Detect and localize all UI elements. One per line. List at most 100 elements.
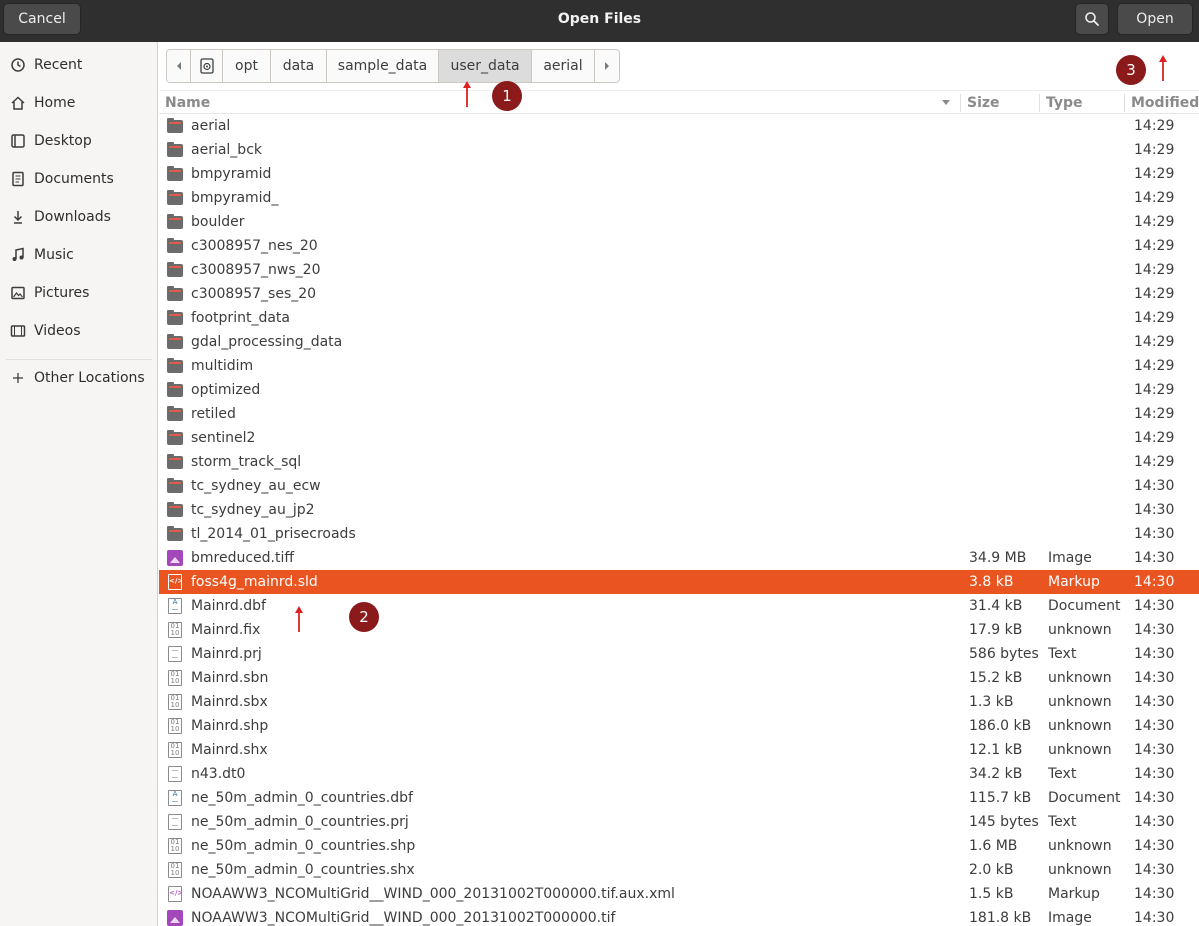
file-row[interactable]: — — ne_50m_admin_0_countries.prj 145 bytes T… (159, 810, 1199, 834)
file-modified: 14:29 (1134, 190, 1175, 206)
file-row[interactable]: boulder 14:29 (159, 210, 1199, 234)
column-separator[interactable] (960, 94, 961, 112)
file-row[interactable]: </> NOAAWW3_NCOMultiGrid__WIND_000_201310… (159, 882, 1199, 906)
annotation-badge-2: 2 (349, 602, 379, 632)
file-row[interactable]: footprint_data 14:29 (159, 306, 1199, 330)
file-row[interactable]: multidim 14:29 (159, 354, 1199, 378)
file-row[interactable]: 01 10 Mainrd.fix 17.9 kB unknown 14:30 (159, 618, 1199, 642)
image-file-icon (167, 550, 183, 566)
sidebar-item-other-locations[interactable]: Other Locations (0, 362, 157, 394)
dialog-title: Open Files (557, 11, 642, 27)
file-size: 34.9 MB (969, 550, 1027, 566)
path-segment-sample-data[interactable]: sample_data (327, 50, 439, 82)
sidebar-item-recent[interactable]: Recent (0, 49, 157, 81)
videos-icon (0, 323, 34, 339)
sidebar-item-desktop[interactable]: Desktop (0, 125, 157, 157)
file-row[interactable]: tl_2014_01_prisecroads 14:30 (159, 522, 1199, 546)
path-scroll-right-button[interactable] (595, 50, 619, 82)
path-scroll-left-button[interactable] (167, 50, 191, 82)
folder-icon (167, 142, 183, 158)
file-row[interactable]: 01 10 ne_50m_admin_0_countries.shp 1.6 MB un… (159, 834, 1199, 858)
file-row[interactable]: — — n43.dt0 34.2 kB Text 14:30 (159, 762, 1199, 786)
column-header-type[interactable]: Type (1046, 91, 1126, 115)
file-row[interactable]: 01 10 Mainrd.sbn 15.2 kB unknown 14:30 (159, 666, 1199, 690)
sidebar-item-pictures[interactable]: Pictures (0, 277, 157, 309)
file-row[interactable]: bmpyramid 14:29 (159, 162, 1199, 186)
column-separator[interactable] (1124, 94, 1125, 112)
file-name: boulder (191, 214, 245, 230)
file-modified: 14:29 (1134, 262, 1175, 278)
file-row[interactable]: aerial 14:29 (159, 114, 1199, 138)
file-modified: 14:30 (1134, 502, 1175, 518)
file-row[interactable]: bmpyramid_ 14:29 (159, 186, 1199, 210)
path-segment-opt[interactable]: opt (223, 50, 271, 82)
file-row[interactable]: c3008957_nws_20 14:29 (159, 258, 1199, 282)
path-root-button[interactable] (191, 50, 223, 82)
sidebar-item-videos[interactable]: Videos (0, 315, 157, 347)
file-row[interactable]: A — ne_50m_admin_0_countries.dbf 115.7 kB Do… (159, 786, 1199, 810)
sidebar-item-home[interactable]: Home (0, 87, 157, 119)
file-name: retiled (191, 406, 236, 422)
file-row[interactable]: 01 10 Mainrd.shp 186.0 kB unknown 14:30 (159, 714, 1199, 738)
document-file-icon: A — (167, 598, 183, 614)
file-row[interactable]: 01 10 Mainrd.shx 12.1 kB unknown 14:30 (159, 738, 1199, 762)
file-modified: 14:30 (1134, 574, 1175, 590)
annotation-badge-1: 1 (492, 81, 522, 111)
file-modified: 14:30 (1134, 622, 1175, 638)
file-row[interactable]: </> foss4g_mainrd.sld 3.8 kB Markup 14:30 (159, 570, 1199, 594)
sidebar-item-label: Videos (34, 323, 81, 339)
text-file-icon: — — (167, 814, 183, 830)
file-size: 186.0 kB (969, 718, 1032, 734)
file-row[interactable]: c3008957_nes_20 14:29 (159, 234, 1199, 258)
home-icon (0, 95, 34, 111)
file-row[interactable]: gdal_processing_data 14:29 (159, 330, 1199, 354)
folder-icon (167, 166, 183, 182)
file-size: 17.9 kB (969, 622, 1023, 638)
file-row[interactable]: aerial_bck 14:29 (159, 138, 1199, 162)
file-type: Text (1048, 766, 1077, 782)
file-row[interactable]: storm_track_sql 14:29 (159, 450, 1199, 474)
column-header-modified[interactable]: Modified (1131, 91, 1199, 115)
folder-icon (167, 478, 183, 494)
file-list[interactable]: aerial 14:29 aerial_bck 14:29 bmpyramid 14:29… (159, 114, 1199, 926)
file-row[interactable]: A — Mainrd.dbf 31.4 kB Document 14:30 (159, 594, 1199, 618)
file-name: bmpyramid (191, 166, 272, 182)
file-type: Image (1048, 550, 1092, 566)
file-size: 3.8 kB (969, 574, 1014, 590)
file-modified: 14:30 (1134, 742, 1175, 758)
file-name: sentinel2 (191, 430, 256, 446)
path-segment-data[interactable]: data (271, 50, 327, 82)
file-type: unknown (1048, 862, 1112, 878)
file-name: tl_2014_01_prisecroads (191, 526, 356, 542)
file-type: unknown (1048, 742, 1112, 758)
file-modified: 14:29 (1134, 430, 1175, 446)
sidebar-item-music[interactable]: Music (0, 239, 157, 271)
file-row[interactable]: tc_sydney_au_jp2 14:30 (159, 498, 1199, 522)
file-row[interactable]: tc_sydney_au_ecw 14:30 (159, 474, 1199, 498)
file-modified: 14:30 (1134, 550, 1175, 566)
folder-icon (167, 526, 183, 542)
sidebar-item-downloads[interactable]: Downloads (0, 201, 157, 233)
sidebar-item-documents[interactable]: Documents (0, 163, 157, 195)
column-header-size[interactable]: Size (967, 91, 1037, 115)
column-header-name[interactable]: Name (165, 91, 955, 115)
cancel-button[interactable]: Cancel (3, 3, 81, 35)
open-button[interactable]: Open (1117, 3, 1193, 35)
path-segment-aerial[interactable]: aerial (532, 50, 595, 82)
pictures-icon (0, 285, 34, 301)
file-row[interactable]: 01 10 ne_50m_admin_0_countries.shx 2.0 kB un… (159, 858, 1199, 882)
file-row[interactable]: bmreduced.tiff 34.9 MB Image 14:30 (159, 546, 1199, 570)
file-size: 181.8 kB (969, 910, 1032, 926)
file-row[interactable]: NOAAWW3_NCOMultiGrid__WIND_000_20131002T… (159, 906, 1199, 926)
folder-icon (167, 238, 183, 254)
file-row[interactable]: 01 10 Mainrd.sbx 1.3 kB unknown 14:30 (159, 690, 1199, 714)
file-row[interactable]: — — Mainrd.prj 586 bytes Text 14:30 (159, 642, 1199, 666)
file-row[interactable]: c3008957_ses_20 14:29 (159, 282, 1199, 306)
file-row[interactable]: sentinel2 14:29 (159, 426, 1199, 450)
file-row[interactable]: retiled 14:29 (159, 402, 1199, 426)
file-type: unknown (1048, 622, 1112, 638)
file-row[interactable]: optimized 14:29 (159, 378, 1199, 402)
path-segment-user-data[interactable]: user_data (439, 50, 532, 82)
search-button[interactable] (1075, 3, 1109, 35)
column-separator[interactable] (1039, 94, 1040, 112)
